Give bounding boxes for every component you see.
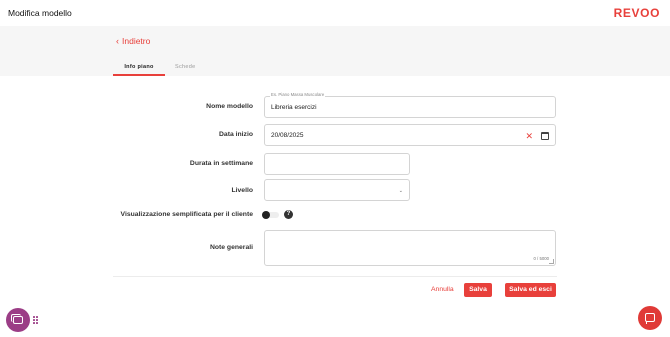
resize-handle[interactable]	[549, 259, 554, 264]
note-generali-textarea[interactable]: 0 / 5000	[264, 230, 556, 266]
save-button[interactable]: Salva	[464, 283, 492, 297]
back-link[interactable]: ‹ Indietro	[116, 36, 150, 46]
cancel-button[interactable]: Annulla	[431, 286, 454, 293]
durata-label: Durata in settimane	[189, 160, 253, 167]
nome-modello-input[interactable]: Es. Piano Massa Muscolare Libreria eserc…	[264, 92, 556, 118]
back-link-label: Indietro	[122, 36, 151, 46]
header-area	[0, 26, 670, 76]
page-title: Modifica modello	[8, 8, 72, 18]
toggle-knob	[262, 211, 270, 219]
visualizzazione-toggle[interactable]	[262, 211, 280, 219]
nome-modello-label: Nome modello	[206, 103, 253, 110]
calendar-icon[interactable]	[541, 132, 549, 140]
data-inizio-label: Data inizio	[219, 131, 253, 138]
drag-handle-icon[interactable]	[33, 316, 38, 324]
brand-logo: REVOO	[613, 6, 660, 20]
note-counter: 0 / 5000	[533, 256, 549, 261]
chat-icon[interactable]	[6, 308, 30, 332]
nome-modello-hint: Es. Piano Massa Muscolare	[270, 92, 326, 97]
tab-bar: Info piano Schede	[113, 58, 205, 76]
help-icon[interactable]: ?	[284, 210, 293, 219]
tab-info-piano[interactable]: Info piano	[113, 58, 165, 76]
data-inizio-value: 20/08/2025	[271, 132, 304, 139]
livello-label: Livello	[231, 187, 253, 194]
chevron-left-icon: ‹	[116, 35, 119, 46]
clear-icon[interactable]: ✕	[525, 132, 533, 141]
visualizzazione-label: Visualizzazione semplificata per il clie…	[120, 211, 253, 218]
tab-schede[interactable]: Schede	[165, 58, 205, 76]
message-icon[interactable]	[638, 306, 662, 330]
data-inizio-input[interactable]: 20/08/2025 ✕	[264, 124, 556, 146]
chevron-down-icon: ⌄	[398, 188, 403, 194]
livello-select[interactable]: ⌄	[264, 179, 410, 201]
note-generali-label: Note generali	[209, 244, 253, 251]
divider	[113, 276, 557, 277]
nome-modello-value: Libreria esercizi	[271, 104, 317, 111]
top-bar: Modifica modello REVOO	[0, 0, 670, 26]
save-exit-button[interactable]: Salva ed esci	[505, 283, 556, 297]
durata-input[interactable]	[264, 153, 410, 175]
